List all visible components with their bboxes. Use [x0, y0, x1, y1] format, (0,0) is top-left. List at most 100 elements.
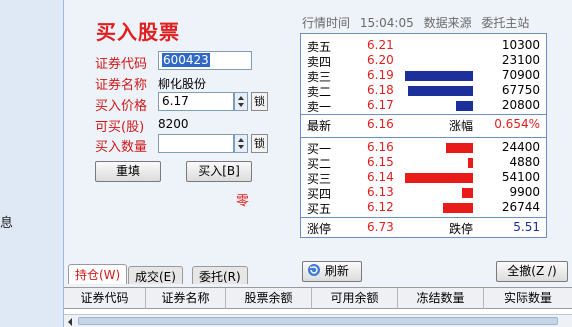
buy-volume: 26744: [501, 200, 540, 214]
buy-price[interactable]: 6.12: [367, 200, 394, 214]
order-book: 卖五 6.21 10300 卖四 6.20 23100 卖三 6.19 70900 卖二 6.18 6…: [300, 33, 547, 238]
column-header[interactable]: 证券名称: [146, 288, 226, 309]
sell-volume: 23100: [501, 53, 540, 67]
price-spinner[interactable]: [234, 92, 248, 111]
buy-price[interactable]: 6.16: [367, 140, 394, 154]
sell-row: 卖四 6.20 23100: [301, 53, 546, 69]
sell-row: 卖二 6.18 67750: [301, 83, 546, 99]
tab-orders[interactable]: 委托(R): [192, 266, 248, 284]
column-header[interactable]: 实际数量: [484, 288, 572, 309]
stock-name-value: 柳化股份: [158, 77, 207, 91]
quote-time-label: 行情时间: [302, 16, 351, 30]
tab-trades[interactable]: 成交(E): [128, 266, 183, 284]
sell-row: 卖一 6.17 20800: [301, 98, 546, 114]
sell-volume: 10300: [501, 38, 540, 52]
buy-price-input[interactable]: 6.17: [158, 92, 234, 111]
code-label: 证券代码: [95, 57, 148, 72]
left-panel: 息: [0, 0, 64, 327]
latest-value: 6.16: [367, 117, 394, 131]
buy-price[interactable]: 6.15: [367, 155, 394, 169]
limits-row: 涨停 6.73 跌停 5.51: [301, 220, 546, 238]
buy-row: 买四 6.13 9900: [301, 185, 546, 201]
sell-price[interactable]: 6.20: [367, 53, 394, 67]
reset-button[interactable]: 重填: [95, 161, 161, 182]
price-lock-button[interactable]: 锁: [251, 92, 268, 111]
left-panel-label: 息: [0, 216, 14, 231]
buy-volume-bar: [405, 173, 473, 183]
limit-up-label: 涨停: [307, 222, 332, 236]
spin-up-icon[interactable]: [238, 96, 244, 100]
sell-price[interactable]: 6.21: [367, 38, 394, 52]
quote-time-value: 15:04:05: [359, 16, 414, 30]
buy-row: 买一 6.16 24400: [301, 140, 546, 156]
sell-price[interactable]: 6.19: [367, 68, 394, 82]
change-label: 涨幅: [449, 119, 474, 133]
refresh-button[interactable]: 刷新: [302, 261, 362, 282]
limit-up-value: 6.73: [367, 220, 394, 234]
buy-volume-bar: [462, 188, 473, 198]
name-label: 证券名称: [95, 78, 148, 93]
scroll-left-icon[interactable]: [68, 318, 72, 326]
column-header[interactable]: 冻结数量: [398, 288, 484, 309]
divider: [301, 137, 546, 138]
stock-code-value: 600423: [162, 53, 210, 67]
buy-volume: 54100: [501, 170, 540, 184]
quote-header: 行情时间 15:04:05 数据来源 委托主站: [302, 14, 535, 31]
buy-volume-bar: [446, 143, 473, 153]
sell-row: 卖三 6.19 70900: [301, 68, 546, 84]
sell-volume: 20800: [501, 98, 540, 112]
horizontal-scrollbar[interactable]: [64, 314, 572, 327]
quantity-spinner[interactable]: [234, 134, 248, 153]
data-source-label: 数据来源: [423, 16, 472, 30]
positions-table-header: 证券代码 证券名称 股票余额 可用余额 冻结数量 实际数量: [64, 287, 572, 309]
buy-price-value: 6.17: [162, 94, 189, 108]
price-label: 买入价格: [95, 99, 148, 114]
column-header[interactable]: 证券代码: [64, 288, 146, 309]
stock-code-input[interactable]: 600423: [158, 51, 252, 70]
quantity-label: 买入数量: [95, 140, 148, 155]
column-header[interactable]: 可用余额: [312, 288, 398, 309]
zero-shares-indicator: 零: [236, 194, 250, 209]
sell-row: 卖五 6.21 10300: [301, 38, 546, 54]
spin-down-icon[interactable]: [238, 103, 244, 107]
latest-row: 最新 6.16 涨幅 0.654%: [301, 117, 546, 135]
divider: [301, 217, 546, 218]
sell-volume-bar: [408, 86, 473, 96]
sell-level-label: 卖一: [307, 100, 332, 114]
sell-volume: 70900: [501, 68, 540, 82]
refresh-icon: [308, 264, 320, 276]
buy-volume-bar: [443, 203, 473, 213]
limit-down-label: 跌停: [449, 222, 474, 236]
buy-row: 买五 6.12 26744: [301, 200, 546, 216]
sell-price[interactable]: 6.18: [367, 83, 394, 97]
spin-up-icon[interactable]: [238, 138, 244, 142]
buy-price[interactable]: 6.14: [367, 170, 394, 184]
sell-volume-bar: [405, 71, 473, 81]
available-value: 8200: [158, 117, 189, 131]
column-header[interactable]: 股票余额: [226, 288, 312, 309]
buy-volume-bar: [468, 158, 473, 168]
cancel-all-button[interactable]: 全撤(Z /): [496, 261, 568, 282]
scroll-thumb[interactable]: [78, 317, 558, 325]
sell-price[interactable]: 6.17: [367, 98, 394, 112]
buy-button[interactable]: 买入[B]: [186, 161, 252, 182]
data-source-value: 委托主站: [481, 16, 530, 30]
buy-price[interactable]: 6.13: [367, 185, 394, 199]
buy-level-label: 买五: [307, 202, 332, 216]
latest-label: 最新: [307, 119, 332, 133]
quantity-lock-button[interactable]: 锁: [251, 134, 268, 153]
buy-quantity-input[interactable]: [158, 134, 234, 153]
limit-down-value: 5.51: [513, 220, 540, 234]
tab-positions[interactable]: 持仓(W): [68, 264, 128, 284]
change-value: 0.654%: [494, 117, 540, 131]
refresh-label: 刷新: [324, 264, 349, 278]
available-label: 可买(股): [95, 120, 145, 135]
buy-volume: 9900: [509, 185, 540, 199]
buy-row: 买三 6.14 54100: [301, 170, 546, 186]
sell-volume: 67750: [501, 83, 540, 97]
spin-down-icon[interactable]: [238, 145, 244, 149]
divider: [301, 114, 546, 115]
buy-row: 买二 6.15 4880: [301, 155, 546, 171]
page-title: 买入股票: [96, 20, 180, 44]
buy-volume: 24400: [501, 140, 540, 154]
